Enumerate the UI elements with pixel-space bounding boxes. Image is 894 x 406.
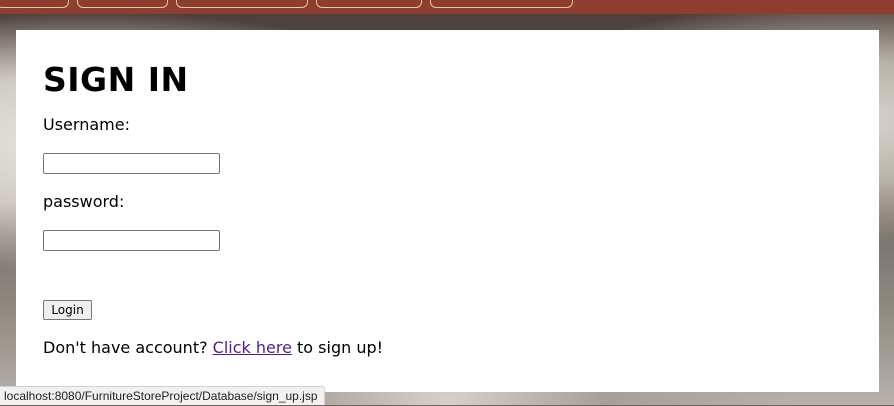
password-input[interactable] bbox=[43, 230, 220, 251]
nav-tab-2[interactable] bbox=[77, 0, 168, 8]
password-label: password: bbox=[43, 192, 125, 211]
signup-suffix-text: to sign up! bbox=[291, 338, 384, 357]
signup-prefix-text: Don't have account? bbox=[43, 338, 213, 357]
page-title: SIGN IN bbox=[43, 60, 189, 99]
username-label: Username: bbox=[43, 115, 130, 134]
sign-in-card: SIGN IN Username: password: Login Don't … bbox=[16, 30, 879, 392]
nav-tab-1[interactable] bbox=[0, 0, 69, 8]
login-button[interactable]: Login bbox=[43, 300, 92, 320]
signup-link[interactable]: Click here bbox=[213, 338, 292, 357]
nav-tab-4[interactable] bbox=[316, 0, 422, 8]
username-input[interactable] bbox=[43, 153, 220, 174]
nav-tab-5[interactable] bbox=[430, 0, 573, 8]
top-nav-bar bbox=[0, 0, 894, 14]
browser-status-url: localhost:8080/FurnitureStoreProject/Dat… bbox=[0, 386, 325, 405]
nav-tab-3[interactable] bbox=[176, 0, 308, 8]
signup-prompt: Don't have account? Click here to sign u… bbox=[43, 338, 383, 358]
